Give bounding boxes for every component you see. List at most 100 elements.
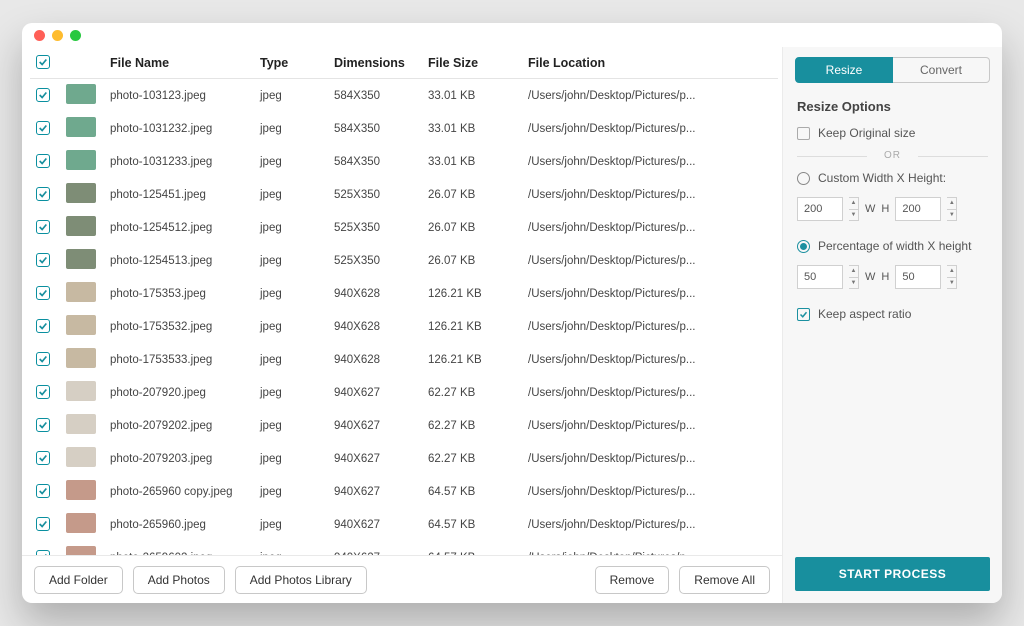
remove-button[interactable]: Remove <box>595 566 670 594</box>
thumbnail-icon <box>66 282 96 302</box>
close-icon[interactable] <box>34 30 45 41</box>
cell-size: 26.07 KB <box>422 211 522 244</box>
select-all-checkbox[interactable] <box>36 55 50 69</box>
row-checkbox[interactable] <box>36 385 50 399</box>
row-checkbox[interactable] <box>36 220 50 234</box>
row-checkbox[interactable] <box>36 253 50 267</box>
cell-type: jpeg <box>254 211 328 244</box>
row-checkbox[interactable] <box>36 319 50 333</box>
row-checkbox[interactable] <box>36 451 50 465</box>
column-header-name[interactable]: File Name <box>104 47 254 79</box>
row-checkbox[interactable] <box>36 352 50 366</box>
row-checkbox[interactable] <box>36 187 50 201</box>
table-row[interactable]: photo-175353.jpegjpeg940X628126.21 KB/Us… <box>30 277 778 310</box>
cell-dimensions: 584X350 <box>328 112 422 145</box>
percentage-radio[interactable] <box>797 240 810 253</box>
tab-resize[interactable]: Resize <box>795 57 893 83</box>
cell-location: /Users/john/Desktop/Pictures/p... <box>522 145 778 178</box>
cell-size: 33.01 KB <box>422 145 522 178</box>
thumbnail-icon <box>66 546 96 555</box>
cell-type: jpeg <box>254 145 328 178</box>
table-row[interactable]: photo-265960.jpegjpeg940X62764.57 KB/Use… <box>30 508 778 541</box>
start-process-button[interactable]: START PROCESS <box>795 557 990 591</box>
table-row[interactable]: photo-125451.jpegjpeg525X35026.07 KB/Use… <box>30 178 778 211</box>
row-checkbox[interactable] <box>36 517 50 531</box>
row-checkbox[interactable] <box>36 418 50 432</box>
cell-size: 26.07 KB <box>422 178 522 211</box>
add-folder-button[interactable]: Add Folder <box>34 566 123 594</box>
cell-filename: photo-1254512.jpeg <box>104 211 254 244</box>
percent-height-stepper[interactable]: ▲▼ <box>947 265 957 289</box>
thumbnail-icon <box>66 216 96 236</box>
cell-dimensions: 525X350 <box>328 244 422 277</box>
column-header-type[interactable]: Type <box>254 47 328 79</box>
thumbnail-icon <box>66 381 96 401</box>
table-row[interactable]: photo-1753533.jpegjpeg940X628126.21 KB/U… <box>30 343 778 376</box>
minimize-icon[interactable] <box>52 30 63 41</box>
cell-type: jpeg <box>254 178 328 211</box>
cell-filename: photo-1753533.jpeg <box>104 343 254 376</box>
titlebar <box>22 23 1002 47</box>
thumbnail-icon <box>66 348 96 368</box>
percent-height-input[interactable]: 50 <box>895 265 941 289</box>
thumbnail-icon <box>66 183 96 203</box>
cell-size: 62.27 KB <box>422 409 522 442</box>
h-label: H <box>881 203 889 215</box>
column-header-location[interactable]: File Location <box>522 47 778 79</box>
options-sidebar: Resize Convert Resize Options Keep Origi… <box>782 47 1002 603</box>
cell-type: jpeg <box>254 376 328 409</box>
percent-width-input[interactable]: 50 <box>797 265 843 289</box>
cell-location: /Users/john/Desktop/Pictures/p... <box>522 79 778 113</box>
table-row[interactable]: photo-1254513.jpegjpeg525X35026.07 KB/Us… <box>30 244 778 277</box>
cell-dimensions: 940X627 <box>328 475 422 508</box>
percentage-label: Percentage of width X height <box>818 239 971 253</box>
cell-size: 64.57 KB <box>422 541 522 555</box>
tab-convert[interactable]: Convert <box>893 57 990 83</box>
table-row[interactable]: photo-265960 copy.jpegjpeg940X62764.57 K… <box>30 475 778 508</box>
custom-height-input[interactable]: 200 <box>895 197 941 221</box>
column-header-dimensions[interactable]: Dimensions <box>328 47 422 79</box>
row-checkbox[interactable] <box>36 286 50 300</box>
cell-type: jpeg <box>254 541 328 555</box>
table-row[interactable]: photo-2079203.jpegjpeg940X62762.27 KB/Us… <box>30 442 778 475</box>
cell-type: jpeg <box>254 244 328 277</box>
row-checkbox[interactable] <box>36 88 50 102</box>
table-row[interactable]: photo-2659602.jpegjpeg940X62764.57 KB/Us… <box>30 541 778 555</box>
custom-width-stepper[interactable]: ▲▼ <box>849 197 859 221</box>
cell-size: 64.57 KB <box>422 475 522 508</box>
maximize-icon[interactable] <box>70 30 81 41</box>
keep-aspect-checkbox[interactable] <box>797 308 810 321</box>
h-label-2: H <box>881 271 889 283</box>
custom-wh-label: Custom Width X Height: <box>818 171 946 185</box>
keep-original-checkbox[interactable] <box>797 127 810 140</box>
cell-type: jpeg <box>254 79 328 113</box>
table-row[interactable]: photo-1254512.jpegjpeg525X35026.07 KB/Us… <box>30 211 778 244</box>
cell-size: 64.57 KB <box>422 508 522 541</box>
cell-dimensions: 584X350 <box>328 145 422 178</box>
add-photos-button[interactable]: Add Photos <box>133 566 225 594</box>
thumbnail-icon <box>66 249 96 269</box>
table-row[interactable]: photo-1031233.jpegjpeg584X35033.01 KB/Us… <box>30 145 778 178</box>
cell-filename: photo-2079203.jpeg <box>104 442 254 475</box>
percent-width-stepper[interactable]: ▲▼ <box>849 265 859 289</box>
add-library-button[interactable]: Add Photos Library <box>235 566 367 594</box>
cell-location: /Users/john/Desktop/Pictures/p... <box>522 343 778 376</box>
column-header-size[interactable]: File Size <box>422 47 522 79</box>
cell-filename: photo-103123.jpeg <box>104 79 254 113</box>
row-checkbox[interactable] <box>36 484 50 498</box>
custom-height-stepper[interactable]: ▲▼ <box>947 197 957 221</box>
table-row[interactable]: photo-1753532.jpegjpeg940X628126.21 KB/U… <box>30 310 778 343</box>
custom-wh-radio[interactable] <box>797 172 810 185</box>
or-separator: OR <box>797 150 988 161</box>
row-checkbox[interactable] <box>36 121 50 135</box>
custom-width-input[interactable]: 200 <box>797 197 843 221</box>
row-checkbox[interactable] <box>36 154 50 168</box>
table-row[interactable]: photo-103123.jpegjpeg584X35033.01 KB/Use… <box>30 79 778 113</box>
table-row[interactable]: photo-1031232.jpegjpeg584X35033.01 KB/Us… <box>30 112 778 145</box>
table-row[interactable]: photo-207920.jpegjpeg940X62762.27 KB/Use… <box>30 376 778 409</box>
cell-size: 33.01 KB <box>422 112 522 145</box>
remove-all-button[interactable]: Remove All <box>679 566 770 594</box>
table-row[interactable]: photo-2079202.jpegjpeg940X62762.27 KB/Us… <box>30 409 778 442</box>
cell-filename: photo-1031232.jpeg <box>104 112 254 145</box>
cell-dimensions: 940X628 <box>328 343 422 376</box>
